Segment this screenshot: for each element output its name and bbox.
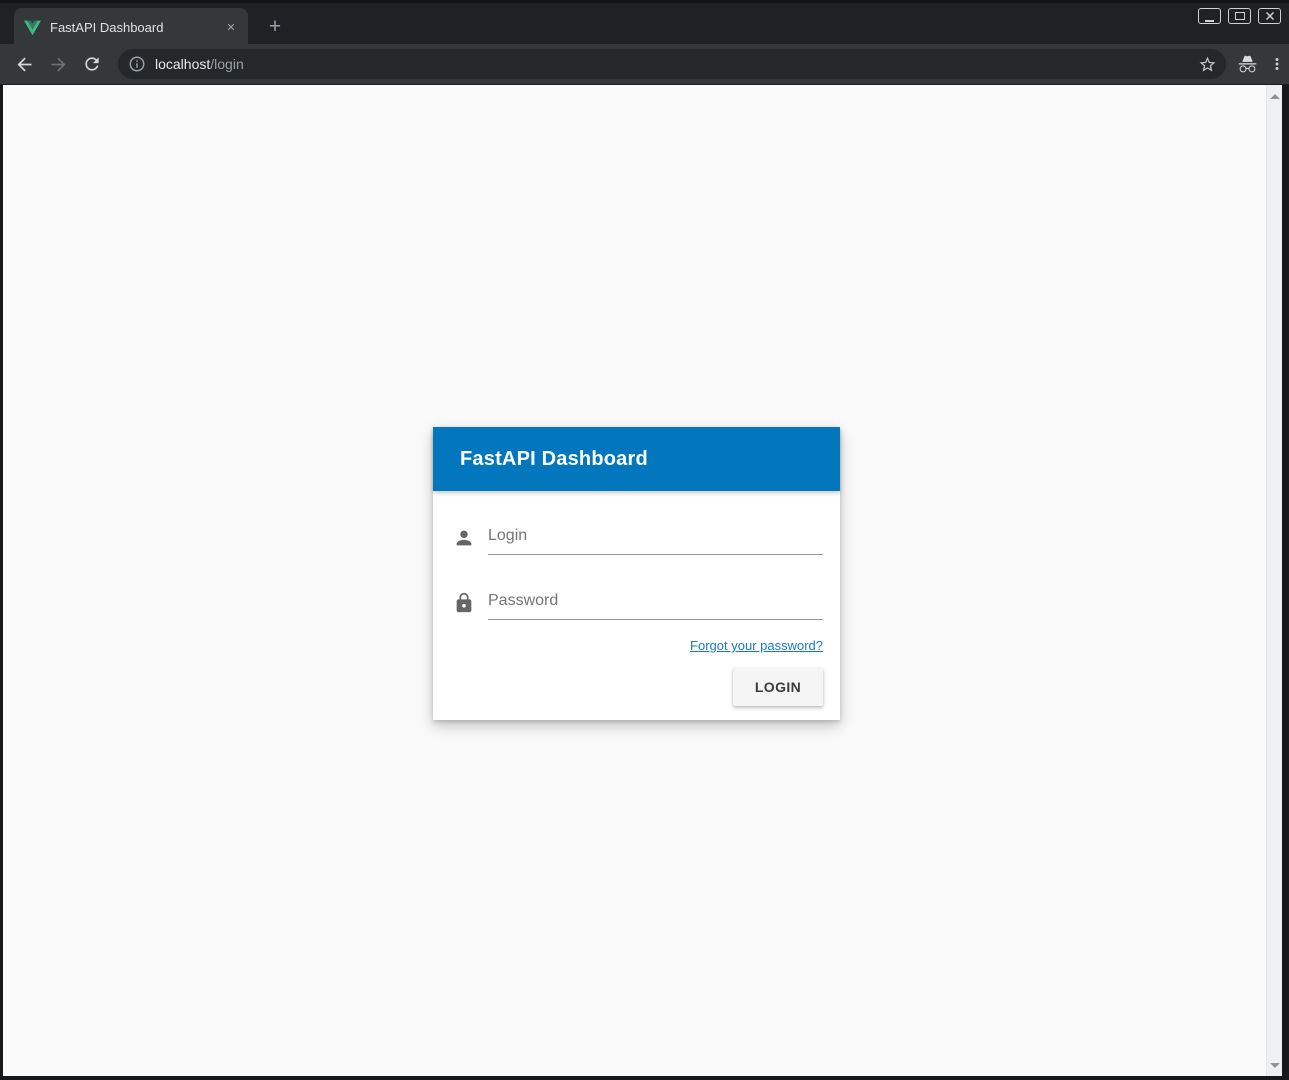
incognito-indicator	[1232, 49, 1262, 79]
page-info-icon[interactable]	[128, 55, 146, 73]
login-field-row	[453, 527, 823, 555]
page-content: FastAPI Dashboard Forgot your password?	[3, 85, 1282, 1076]
reload-button[interactable]	[76, 48, 108, 80]
window-controls	[1198, 8, 1281, 24]
browser-tab[interactable]: FastAPI Dashboard ✕	[14, 8, 248, 47]
login-input[interactable]	[488, 527, 823, 555]
browser-window: FastAPI Dashboard ✕ +	[0, 0, 1289, 1080]
login-card: FastAPI Dashboard Forgot your password?	[433, 427, 840, 720]
forward-arrow-icon	[48, 54, 69, 75]
password-input[interactable]	[488, 592, 823, 620]
login-card-header: FastAPI Dashboard	[433, 427, 840, 491]
forgot-password-row: Forgot your password?	[453, 637, 823, 655]
minimize-button[interactable]	[1198, 8, 1221, 24]
lock-icon	[453, 592, 475, 614]
scroll-down-button[interactable]	[1267, 1057, 1282, 1073]
login-card-title: FastAPI Dashboard	[433, 448, 648, 471]
forward-button[interactable]	[42, 48, 74, 80]
url-host: localhost	[155, 56, 210, 72]
forgot-password-link[interactable]: Forgot your password?	[690, 638, 823, 653]
page-scrollbar[interactable]	[1266, 85, 1282, 1076]
tab-close-icon[interactable]: ✕	[222, 19, 240, 37]
bookmark-button[interactable]	[1194, 51, 1220, 77]
person-icon	[453, 527, 475, 549]
vue-logo-favicon-icon	[24, 20, 41, 36]
login-card-body: Forgot your password? LOGIN	[433, 491, 840, 720]
minimize-icon	[1205, 11, 1214, 22]
password-field-row	[453, 592, 823, 620]
url-text[interactable]: localhost/login	[155, 56, 1194, 72]
browser-toolbar: localhost/login	[0, 44, 1289, 85]
address-bar[interactable]: localhost/login	[118, 49, 1226, 79]
menu-kebab-icon	[1268, 55, 1286, 73]
bookmark-star-icon	[1198, 55, 1217, 74]
arrow-down-icon	[1270, 1063, 1280, 1068]
toolbar-right-actions	[1232, 49, 1289, 79]
arrow-up-icon	[1270, 94, 1280, 99]
reload-icon	[82, 54, 102, 74]
scroll-up-button[interactable]	[1267, 88, 1282, 104]
close-button[interactable]	[1258, 8, 1281, 24]
incognito-icon	[1237, 54, 1258, 75]
card-actions: LOGIN	[453, 668, 823, 710]
maximize-button[interactable]	[1228, 8, 1251, 24]
new-tab-button[interactable]: +	[262, 14, 288, 40]
maximize-icon	[1235, 12, 1245, 20]
url-path: /login	[210, 56, 243, 72]
back-arrow-icon	[14, 54, 35, 75]
browser-menu-button[interactable]	[1262, 49, 1289, 79]
tab-title: FastAPI Dashboard	[50, 20, 222, 35]
back-button[interactable]	[8, 48, 40, 80]
tab-strip: FastAPI Dashboard ✕ +	[0, 0, 1289, 44]
login-button[interactable]: LOGIN	[733, 668, 823, 706]
close-icon	[1265, 11, 1275, 21]
